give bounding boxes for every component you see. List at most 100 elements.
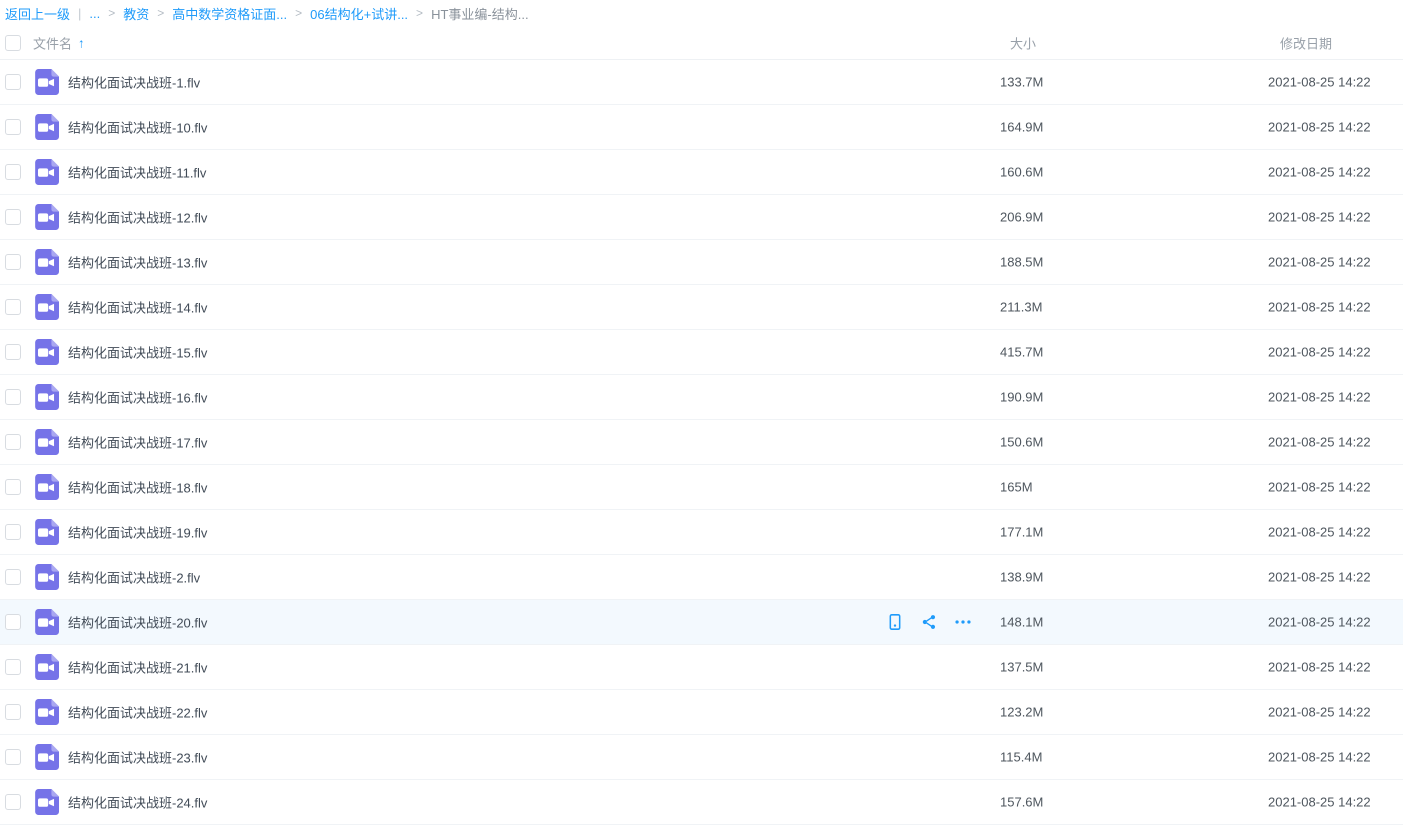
video-file-icon — [33, 789, 59, 815]
file-name[interactable]: 结构化面试决战班-18.flv — [68, 478, 207, 497]
file-size: 211.3M — [1000, 300, 1042, 315]
row-checkbox[interactable] — [5, 524, 21, 540]
file-size: 188.5M — [1000, 255, 1043, 270]
file-row[interactable]: 结构化面试决战班-16.flv — [0, 375, 1403, 420]
breadcrumb-item-1[interactable]: 教资 — [123, 4, 149, 23]
row-checkbox[interactable] — [5, 614, 21, 630]
breadcrumb-separator: > — [416, 6, 423, 20]
breadcrumb: 返回上一级 | ... > 教资 > 高中数学资格证面... > 06结构化+试… — [0, 0, 1403, 26]
column-header-date[interactable]: 修改日期 — [1280, 33, 1332, 52]
row-checkbox[interactable] — [5, 479, 21, 495]
share-icon[interactable] — [920, 613, 938, 631]
file-name[interactable]: 结构化面试决战班-22.flv — [68, 703, 207, 722]
file-row[interactable]: 结构化面试决战班-10.flv — [0, 105, 1403, 150]
mobile-icon[interactable] — [886, 613, 904, 631]
row-actions — [886, 613, 972, 631]
file-name[interactable]: 结构化面试决战班-11.flv — [68, 163, 206, 182]
row-checkbox[interactable] — [5, 749, 21, 765]
video-file-icon — [33, 564, 59, 590]
file-row[interactable]: 结构化面试决战班-15.flv — [0, 330, 1403, 375]
file-date: 2021-08-25 14:22 — [1268, 75, 1371, 90]
row-checkbox[interactable] — [5, 434, 21, 450]
file-name[interactable]: 结构化面试决战班-19.flv — [68, 523, 207, 542]
column-header-size[interactable]: 大小 — [1010, 33, 1036, 52]
row-checkbox[interactable] — [5, 344, 21, 360]
row-checkbox[interactable] — [5, 254, 21, 270]
file-row[interactable]: 结构化面试决战班-22.flv — [0, 690, 1403, 735]
video-file-icon — [33, 339, 59, 365]
file-date: 2021-08-25 14:22 — [1268, 255, 1371, 270]
video-file-icon — [33, 654, 59, 680]
file-date: 2021-08-25 14:22 — [1268, 480, 1371, 495]
breadcrumb-item-current: HT事业编-结构... — [431, 4, 529, 23]
more-icon[interactable] — [954, 613, 972, 631]
file-name[interactable]: 结构化面试决战班-15.flv — [68, 343, 207, 362]
select-all-checkbox[interactable] — [5, 35, 21, 51]
file-row[interactable]: 结构化面试决战班-19.flv — [0, 510, 1403, 555]
file-date: 2021-08-25 14:22 — [1268, 390, 1371, 405]
row-checkbox[interactable] — [5, 299, 21, 315]
file-name[interactable]: 结构化面试决战班-24.flv — [68, 793, 207, 812]
file-row[interactable]: 结构化面试决战班-18.flv — [0, 465, 1403, 510]
file-row[interactable]: 结构化面试决战班-21.flv — [0, 645, 1403, 690]
file-row[interactable]: 结构化面试决战班-11.flv — [0, 150, 1403, 195]
column-header-filename[interactable]: 文件名 ↑ — [33, 33, 85, 52]
file-size: 133.7M — [1000, 75, 1043, 90]
file-row[interactable]: 结构化面试决战班-1.flv — [0, 60, 1403, 105]
breadcrumb-separator: > — [295, 6, 302, 20]
file-name[interactable]: 结构化面试决战班-14.flv — [68, 298, 207, 317]
back-link[interactable]: 返回上一级 — [5, 4, 70, 23]
breadcrumb-item-3[interactable]: 06结构化+试讲... — [310, 4, 408, 23]
row-checkbox[interactable] — [5, 794, 21, 810]
file-size: 160.6M — [1000, 165, 1043, 180]
row-checkbox[interactable] — [5, 704, 21, 720]
file-row[interactable]: 结构化面试决战班-2.flv — [0, 555, 1403, 600]
video-file-icon — [33, 69, 59, 95]
file-size: 164.9M — [1000, 120, 1043, 135]
file-row[interactable]: 结构化面试决战班-14.flv — [0, 285, 1403, 330]
file-name[interactable]: 结构化面试决战班-20.flv — [68, 613, 207, 632]
file-date: 2021-08-25 14:22 — [1268, 705, 1371, 720]
video-file-icon — [33, 384, 59, 410]
file-name[interactable]: 结构化面试决战班-17.flv — [68, 433, 207, 452]
file-name[interactable]: 结构化面试决战班-2.flv — [68, 568, 200, 587]
file-row[interactable]: 结构化面试决战班-20.flv — [0, 600, 1403, 645]
row-checkbox[interactable] — [5, 569, 21, 585]
video-file-icon — [33, 744, 59, 770]
file-name[interactable]: 结构化面试决战班-21.flv — [68, 658, 207, 677]
file-name[interactable]: 结构化面试决战班-16.flv — [68, 388, 207, 407]
file-size: 137.5M — [1000, 660, 1043, 675]
file-size: 190.9M — [1000, 390, 1043, 405]
video-file-icon — [33, 249, 59, 275]
row-checkbox[interactable] — [5, 119, 21, 135]
file-date: 2021-08-25 14:22 — [1268, 165, 1371, 180]
file-name[interactable]: 结构化面试决战班-23.flv — [68, 748, 207, 767]
file-row[interactable]: 结构化面试决战班-17.flv — [0, 420, 1403, 465]
video-file-icon — [33, 519, 59, 545]
file-size: 165M — [1000, 480, 1033, 495]
file-name[interactable]: 结构化面试决战班-1.flv — [68, 73, 200, 92]
row-checkbox[interactable] — [5, 209, 21, 225]
row-checkbox[interactable] — [5, 164, 21, 180]
file-date: 2021-08-25 14:22 — [1268, 525, 1371, 540]
video-file-icon — [33, 699, 59, 725]
video-file-icon — [33, 204, 59, 230]
file-list: 结构化面试决战班-1.flv — [0, 60, 1403, 825]
row-checkbox[interactable] — [5, 389, 21, 405]
file-size: 177.1M — [1000, 525, 1043, 540]
row-checkbox[interactable] — [5, 659, 21, 675]
breadcrumb-item-ellipsis[interactable]: ... — [89, 6, 100, 21]
file-row[interactable]: 结构化面试决战班-24.flv — [0, 780, 1403, 825]
file-date: 2021-08-25 14:22 — [1268, 795, 1371, 810]
file-name[interactable]: 结构化面试决战班-13.flv — [68, 253, 207, 272]
row-checkbox[interactable] — [5, 74, 21, 90]
video-file-icon — [33, 294, 59, 320]
column-header-filename-label: 文件名 — [33, 33, 72, 52]
file-name[interactable]: 结构化面试决战班-10.flv — [68, 118, 207, 137]
video-file-icon — [33, 114, 59, 140]
file-row[interactable]: 结构化面试决战班-12.flv — [0, 195, 1403, 240]
breadcrumb-item-2[interactable]: 高中数学资格证面... — [172, 4, 287, 23]
file-row[interactable]: 结构化面试决战班-13.flv — [0, 240, 1403, 285]
file-name[interactable]: 结构化面试决战班-12.flv — [68, 208, 207, 227]
file-row[interactable]: 结构化面试决战班-23.flv — [0, 735, 1403, 780]
